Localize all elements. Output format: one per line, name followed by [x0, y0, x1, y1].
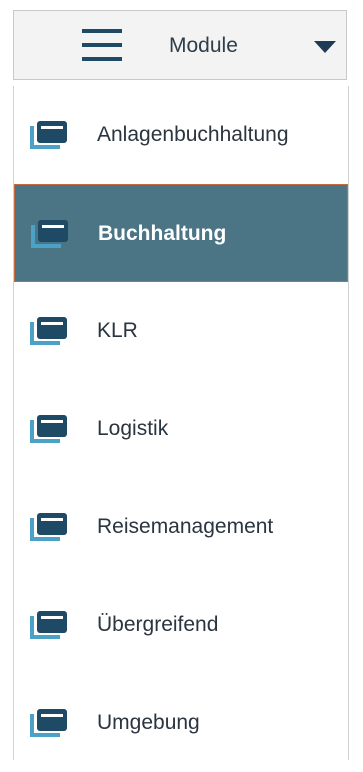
menu-item-label: Anlagenbuchhaltung [97, 123, 289, 146]
caret-down-icon [314, 41, 336, 53]
menu-item-label: Logistik [97, 417, 169, 440]
window-stack-icon [30, 415, 67, 443]
module-dropdown-menu: Anlagenbuchhaltung Buchhaltung KLR Logis… [13, 86, 349, 760]
module-button-label: Module [169, 34, 238, 57]
menu-item-klr[interactable]: KLR [14, 282, 348, 380]
menu-item-reisemanagement[interactable]: Reisemanagement [14, 478, 348, 576]
menu-item-buchhaltung[interactable]: Buchhaltung [14, 184, 348, 282]
window-stack-icon [30, 513, 67, 541]
menu-item-logistik[interactable]: Logistik [14, 380, 348, 478]
menu-item-label: Übergreifend [97, 613, 219, 636]
hamburger-menu-icon [82, 29, 122, 61]
menu-item-label: Buchhaltung [98, 222, 227, 245]
window-stack-icon [30, 611, 67, 639]
window-stack-icon [30, 121, 67, 149]
module-dropdown-button[interactable]: Module [13, 10, 347, 80]
menu-item-label: KLR [97, 319, 138, 342]
window-stack-icon [31, 220, 68, 248]
menu-item-label: Umgebung [97, 711, 200, 734]
menu-item-label: Reisemanagement [97, 515, 274, 538]
window-stack-icon [30, 709, 67, 737]
window-stack-icon [30, 317, 67, 345]
menu-item-anlagenbuchhaltung[interactable]: Anlagenbuchhaltung [14, 86, 348, 184]
menu-item-uebergreifend[interactable]: Übergreifend [14, 576, 348, 674]
menu-item-umgebung[interactable]: Umgebung [14, 674, 348, 772]
